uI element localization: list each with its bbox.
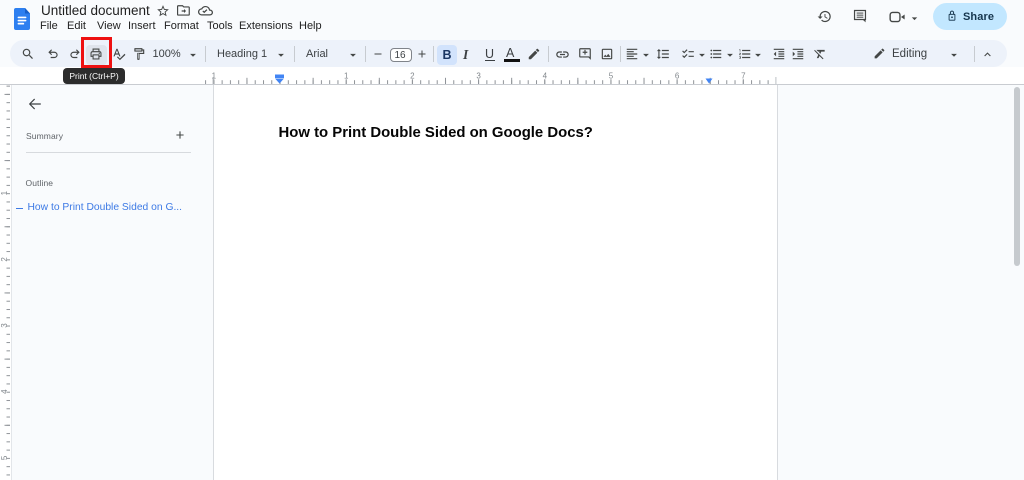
svg-text:1: 1	[0, 190, 9, 195]
svg-text:1: 1	[344, 72, 349, 81]
svg-text:5: 5	[0, 455, 9, 460]
svg-text:3: 3	[0, 323, 9, 328]
svg-text:4: 4	[0, 389, 9, 394]
svg-text:2: 2	[0, 257, 9, 262]
svg-text:2: 2	[410, 72, 415, 81]
svg-text:1: 1	[212, 72, 217, 81]
svg-text:4: 4	[543, 72, 548, 81]
svg-text:6: 6	[675, 72, 680, 81]
svg-text:7: 7	[741, 72, 746, 81]
svg-text:3: 3	[476, 72, 481, 81]
svg-text:5: 5	[609, 72, 614, 81]
